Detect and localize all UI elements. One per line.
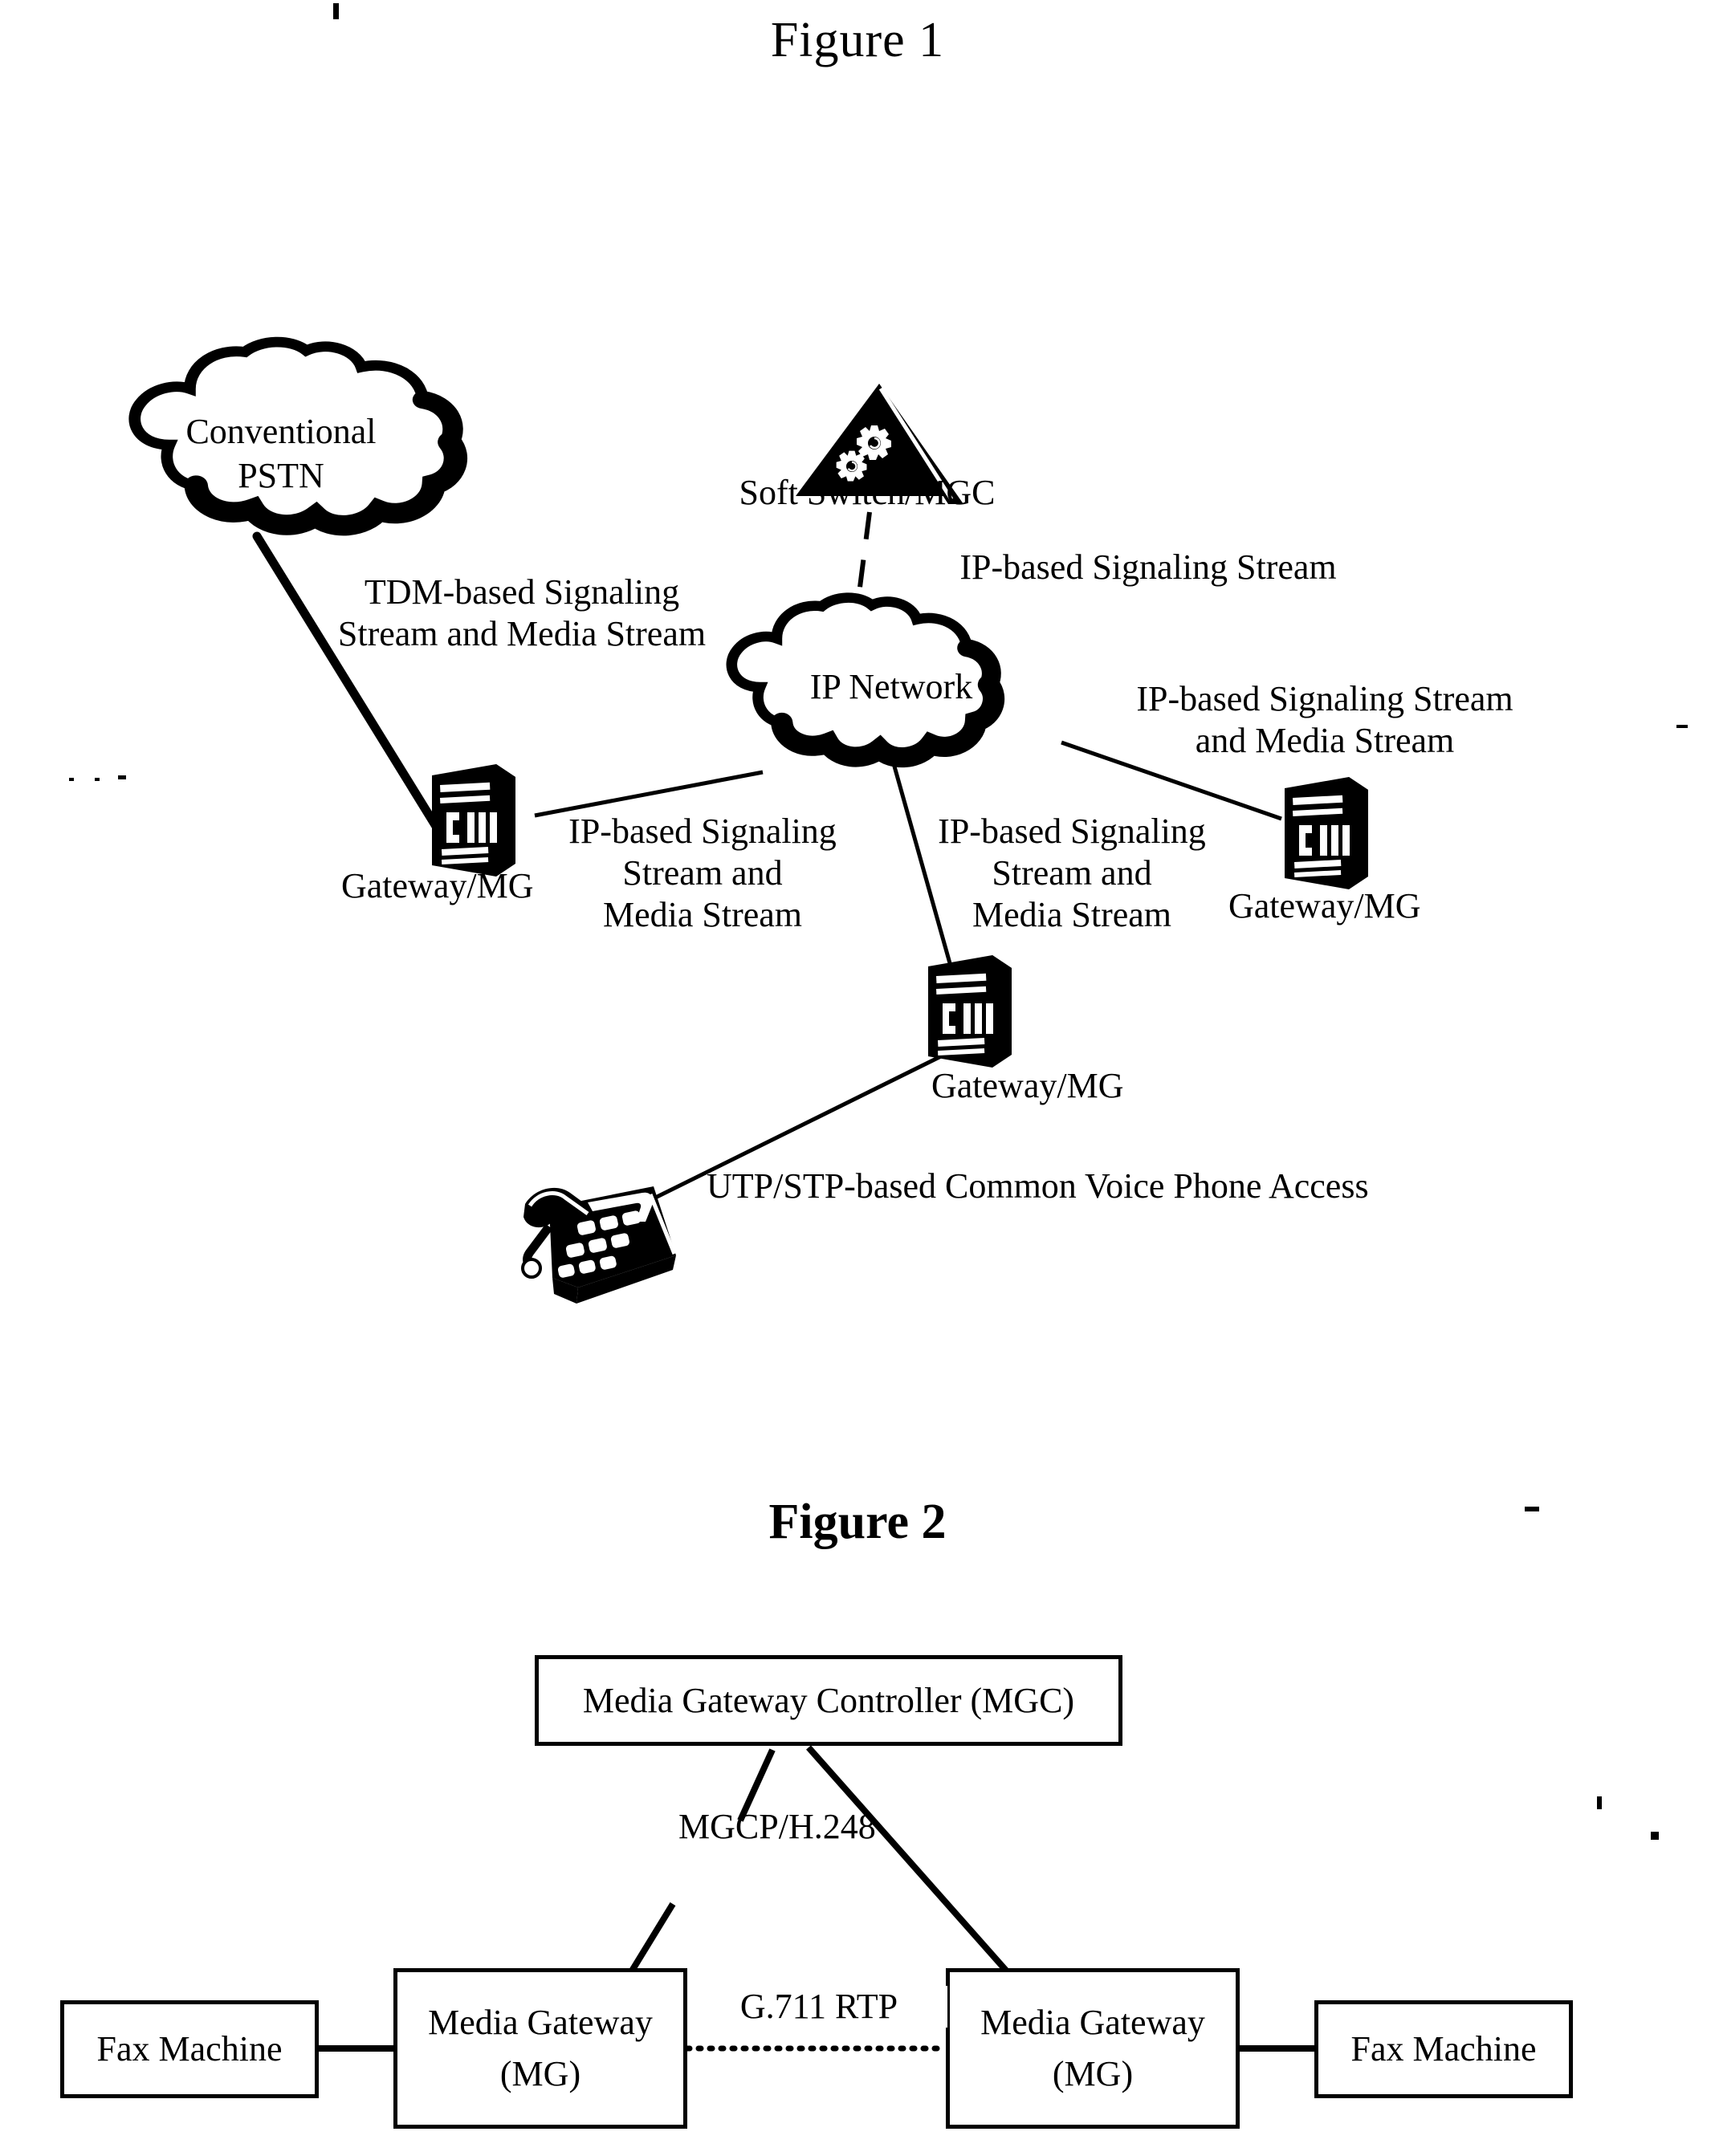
gateway-bottom-label: Gateway/MG xyxy=(931,1066,1124,1105)
link-label-rtp: G.711 RTP xyxy=(690,1986,947,2028)
link-label-mgc-signaling: IP-based Signaling Stream xyxy=(959,547,1337,587)
fax-machine-right-label: Fax Machine xyxy=(1350,2029,1537,2069)
media-gateway-right-label: Media Gateway (MG) xyxy=(946,1968,1240,2129)
link-label-bottom-gateway-stream: IP-based Signaling Stream and Media Stream xyxy=(911,811,1232,936)
media-gateway-left-label: Media Gateway (MG) xyxy=(393,1968,687,2129)
link-label-right-stream: IP-based Signaling Stream and Media Strea… xyxy=(1068,678,1582,762)
link-label-mgcp: MGCP/H.248 xyxy=(678,1807,876,1846)
lglgs-1: IP-based Signaling xyxy=(568,812,837,851)
mgc-box-label: Media Gateway Controller (MGC) xyxy=(582,1680,1075,1720)
softswitch-label: Soft Switch/MGC xyxy=(739,473,996,512)
pstn-label-line2: PSTN xyxy=(238,456,324,495)
link-label-right-stream-line1: IP-based Signaling Stream xyxy=(1136,679,1513,718)
lgbgs-3: Media Stream xyxy=(972,894,1172,934)
link-mgc-to-mg-right xyxy=(806,1745,1029,1995)
mgr-2: (MG) xyxy=(1052,2054,1134,2093)
desk-phone-icon xyxy=(521,1186,677,1304)
link-label-tdm-line1: TDM-based Signaling xyxy=(364,572,680,612)
patent-figure-page: Figure 1 Conventional PSTN Soft Switch/M… xyxy=(0,0,1715,2156)
fax-machine-left-label: Fax Machine xyxy=(96,2029,283,2069)
figure2-title: Figure 2 xyxy=(768,1495,947,1549)
gateway-right-label: Gateway/MG xyxy=(1228,886,1421,925)
link-label-right-stream-line2: and Media Stream xyxy=(1195,720,1455,760)
link-label-tdm: TDM-based Signaling Stream and Media Stre… xyxy=(321,572,723,655)
link-label-tdm-line2: Stream and Media Stream xyxy=(337,613,707,653)
pstn-label-line1: Conventional xyxy=(185,412,377,451)
lgbgs-2: Stream and xyxy=(992,852,1152,893)
link-mgc-to-ipnetwork xyxy=(855,511,872,607)
mgl-1: Media Gateway xyxy=(428,2003,653,2043)
link-label-phone-access: UTP/STP-based Common Voice Phone Access xyxy=(707,1166,1369,1206)
gateway-device-icon-right xyxy=(1285,777,1368,889)
ipnetwork-label: IP Network xyxy=(809,667,973,706)
gateway-left-label: Gateway/MG xyxy=(341,866,534,905)
lgbgs-1: IP-based Signaling xyxy=(938,812,1206,851)
figure1-title: Figure 1 xyxy=(770,13,945,67)
link-ipnetwork-to-gateway-left xyxy=(534,770,764,818)
mgr-1: Media Gateway xyxy=(980,2003,1205,2043)
gateway-device-icon-bottom xyxy=(928,955,1012,1068)
mgl-2: (MG) xyxy=(499,2054,581,2093)
gateway-device-icon-left xyxy=(432,764,515,877)
